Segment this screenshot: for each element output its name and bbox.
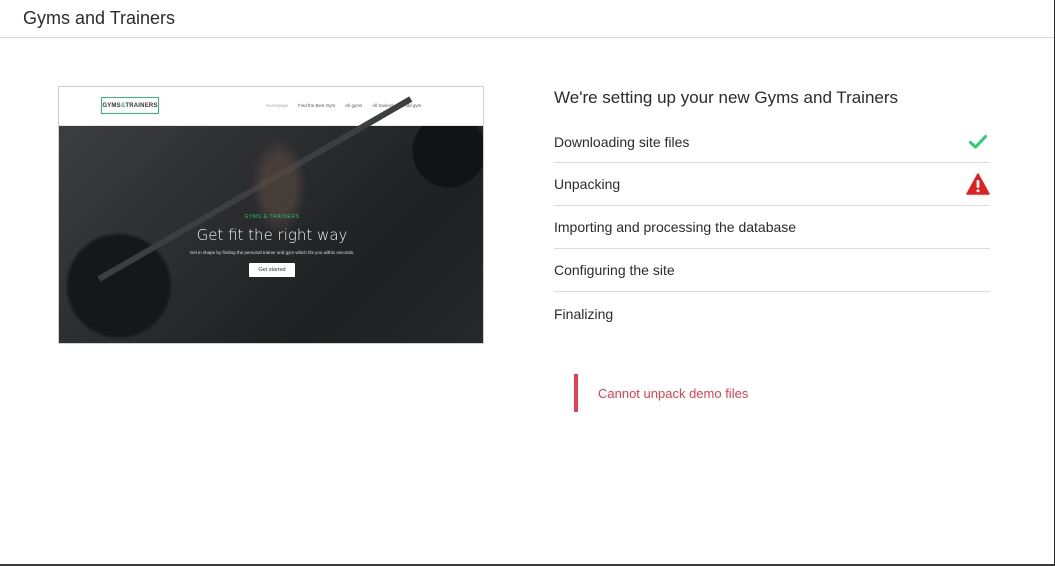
preview-logo: GYMS & TRAINERS — [101, 97, 159, 114]
step-list: Downloading site files Unpacking Importi… — [554, 122, 990, 335]
setup-panel: We're setting up your new Gyms and Train… — [554, 88, 990, 335]
preview-kicker: GYMS & TRAINERS — [244, 214, 300, 220]
step-finalizing: Finalizing — [554, 292, 990, 335]
preview-hero-overlay: GYMS & TRAINERS Get fit the right way Ge… — [59, 126, 483, 343]
error-message: Cannot unpack demo files — [574, 374, 748, 412]
step-label: Importing and processing the database — [554, 219, 797, 235]
app-title: Gyms and Trainers — [23, 8, 176, 28]
error-text: Cannot unpack demo files — [598, 385, 749, 401]
preview-subtext: Get in shape by finding the personal tra… — [189, 250, 355, 255]
logo-text-left: GYMS — [102, 102, 121, 109]
top-bar: Gyms and Trainers — [0, 0, 1054, 38]
preview-cta-button: Get started — [249, 263, 295, 277]
step-downloading: Downloading site files — [554, 122, 990, 163]
installer-window: Gyms and Trainers GYMS & TRAINERS Homepage… — [0, 0, 1055, 566]
step-configuring: Configuring the site — [554, 249, 990, 292]
step-importing: Importing and processing the database — [554, 206, 990, 249]
check-icon — [966, 130, 990, 154]
preview-nav-find: Find the Best Gym — [298, 103, 336, 108]
step-label: Configuring the site — [554, 262, 675, 278]
step-status-empty — [966, 258, 990, 282]
step-label: Unpacking — [554, 176, 621, 192]
step-label: Downloading site files — [554, 134, 690, 150]
step-status-empty — [966, 215, 990, 239]
step-status-empty — [966, 302, 990, 326]
preview-hero-image: GYMS & TRAINERS Get fit the right way Ge… — [59, 126, 483, 343]
warning-icon — [966, 172, 990, 196]
setup-heading: We're setting up your new Gyms and Train… — [554, 88, 899, 107]
step-label: Finalizing — [554, 305, 614, 322]
step-unpacking: Unpacking — [554, 163, 990, 206]
preview-nav-gyms: All gyms — [345, 103, 363, 108]
preview-nav-home: Homepage — [266, 103, 289, 108]
site-preview: GYMS & TRAINERS Homepage Find the Best Gym… — [58, 86, 484, 344]
preview-headline: Get fit the right way — [196, 226, 348, 244]
preview-nav: GYMS & TRAINERS Homepage Find the Best Gym… — [59, 87, 483, 126]
logo-text-right: TRAINERS — [125, 102, 158, 109]
